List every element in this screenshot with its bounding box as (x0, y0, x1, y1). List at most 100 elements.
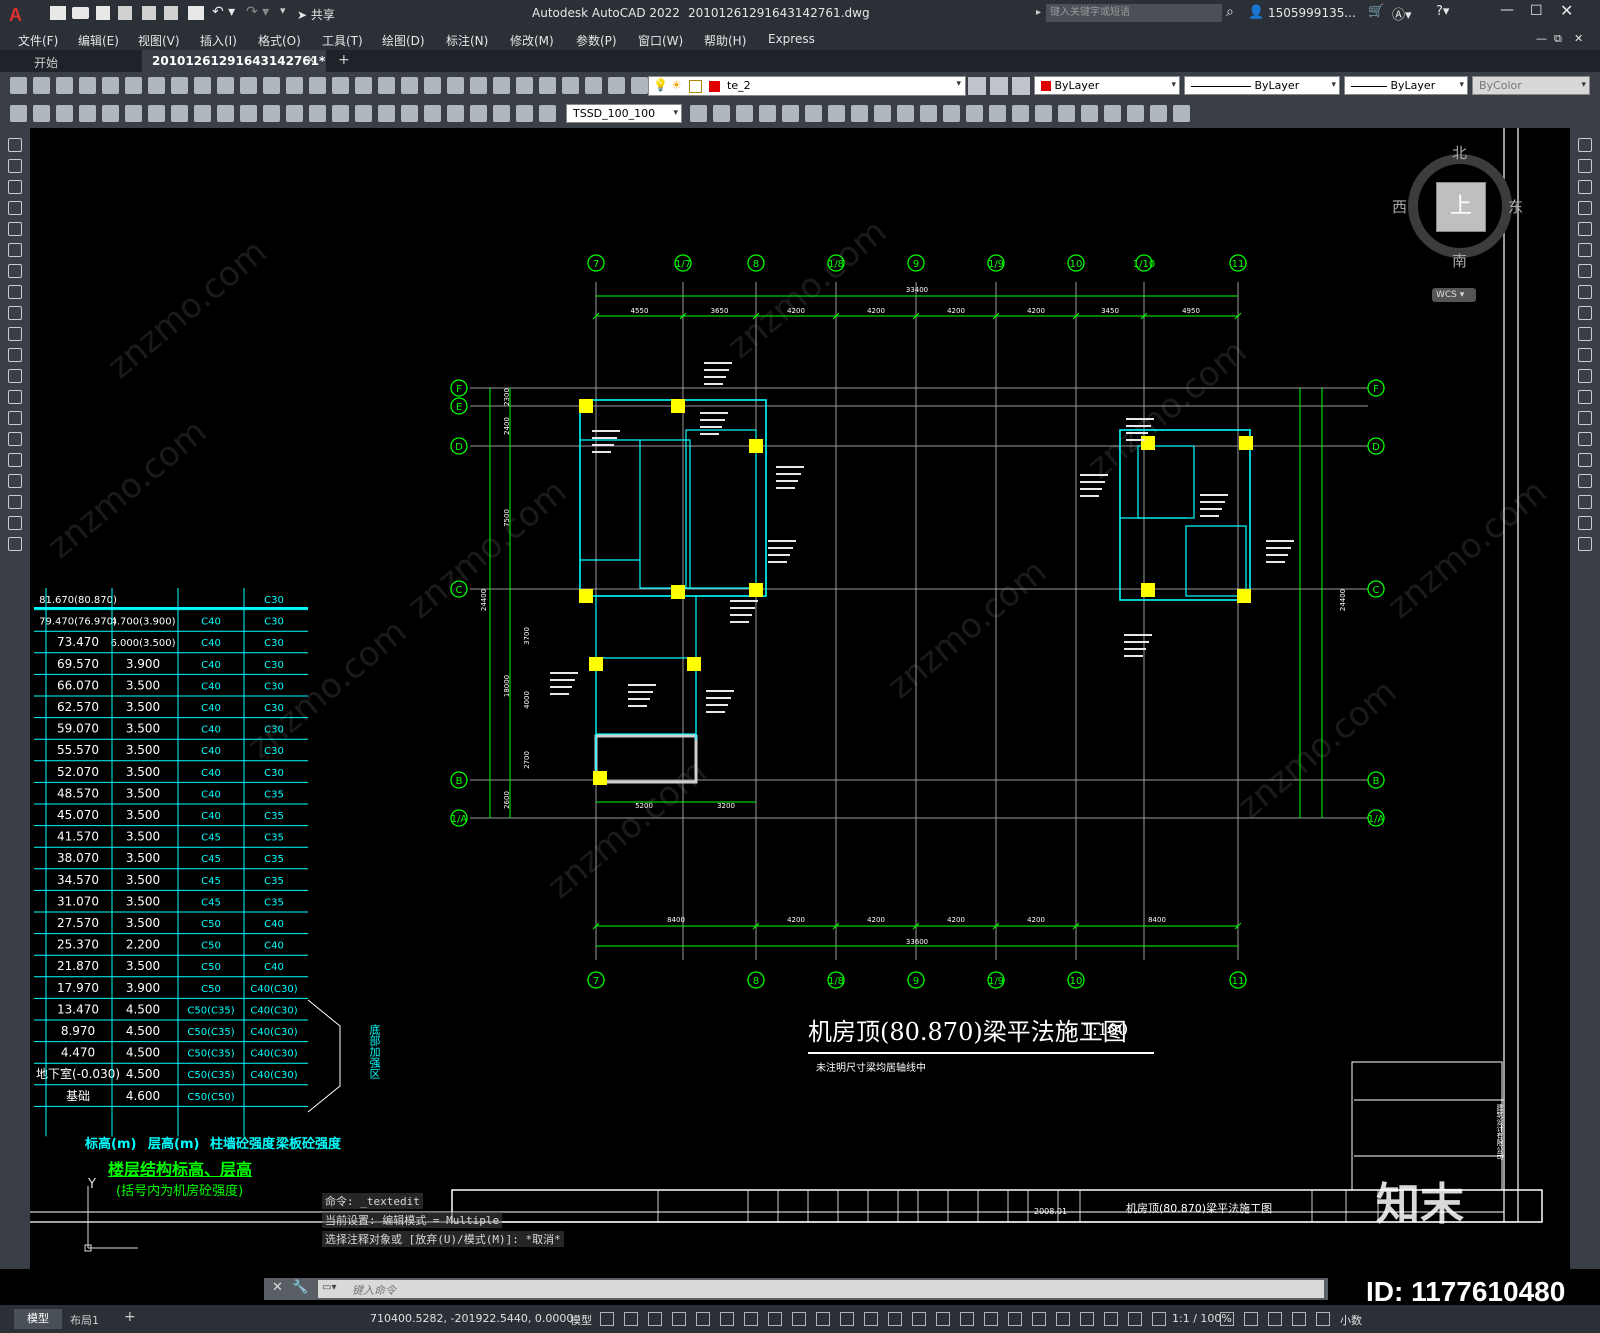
modify-tool-115-icon[interactable] (1578, 243, 1592, 257)
dimension-tool-22-icon[interactable] (493, 105, 510, 122)
menu-express[interactable]: Express (768, 32, 815, 46)
dimension-tool-43-icon[interactable] (1104, 105, 1121, 122)
draw-tool-388-icon[interactable] (8, 516, 22, 530)
search-expand-icon[interactable]: ▸ (1036, 7, 1041, 18)
modify-tool-31-icon[interactable] (1578, 159, 1592, 173)
tab-close-icon[interactable]: ✕ (306, 53, 316, 67)
dimension-tool-17-icon[interactable] (378, 105, 395, 122)
tab-model[interactable]: 模型 (14, 1309, 62, 1329)
dimension-tool-44-icon[interactable] (1127, 105, 1144, 122)
status-toggle-696-icon[interactable] (696, 1312, 710, 1326)
dimension-tool-45-icon[interactable] (1150, 105, 1167, 122)
space-toggle[interactable]: 模型 (570, 1312, 592, 1328)
standard-tool-20-icon[interactable] (447, 77, 464, 94)
dimension-tool-15-icon[interactable] (332, 105, 349, 122)
standard-tool-27-icon[interactable] (608, 77, 625, 94)
draw-tool-262-icon[interactable] (8, 390, 22, 404)
standard-tool-28-icon[interactable] (631, 77, 648, 94)
menu-insert[interactable]: 插入(I) (200, 32, 237, 49)
dimension-tool-42-icon[interactable] (1081, 105, 1098, 122)
annotation-scale[interactable]: 1:1 / 100% (1172, 1312, 1232, 1325)
dimension-tool-30-icon[interactable] (805, 105, 822, 122)
menu-draw[interactable]: 绘图(D) (382, 32, 425, 49)
compass-north[interactable]: 北 (1452, 142, 1467, 163)
dimension-tool-16-icon[interactable] (355, 105, 372, 122)
dimension-tool-5-icon[interactable] (102, 105, 119, 122)
status-toggle-672-icon[interactable] (672, 1312, 686, 1326)
wcs-menu[interactable]: WCS ▾ (1432, 288, 1476, 302)
dimension-tool-34-icon[interactable] (897, 105, 914, 122)
draw-tool-346-icon[interactable] (8, 474, 22, 488)
status-toggle-912-icon[interactable] (912, 1312, 926, 1326)
units-display[interactable]: 小数 (1340, 1312, 1362, 1328)
dimension-tool-37-icon[interactable] (966, 105, 983, 122)
dimension-tool-29-icon[interactable] (782, 105, 799, 122)
autocad-logo-icon[interactable]: A (6, 3, 28, 25)
standard-tool-23-icon[interactable] (516, 77, 533, 94)
draw-tool-283-icon[interactable] (8, 411, 22, 425)
quick-access-dropdown-icon[interactable]: ▾ (280, 4, 286, 17)
standard-tool-26-icon[interactable] (585, 77, 602, 94)
status-toggle-1056-icon[interactable] (1056, 1312, 1070, 1326)
tab-layout1[interactable]: 布局1 (70, 1312, 99, 1328)
modify-tool-241-icon[interactable] (1578, 369, 1592, 383)
compass-east[interactable]: 东 (1508, 196, 1523, 217)
draw-tool-136-icon[interactable] (8, 264, 22, 278)
search-icon[interactable]: ⌕ (1226, 4, 1234, 20)
status-toggle-960-icon[interactable] (960, 1312, 974, 1326)
modify-tool-220-icon[interactable] (1578, 348, 1592, 362)
dimension-tool-7-icon[interactable] (148, 105, 165, 122)
dimension-tool-6-icon[interactable] (125, 105, 142, 122)
command-close-icon[interactable]: ✕ (272, 1280, 283, 1295)
draw-tool-409-icon[interactable] (8, 537, 22, 551)
draw-tool-157-icon[interactable] (8, 285, 22, 299)
dimstyle-dropdown[interactable]: TSSD_100_100 ▾ (566, 104, 682, 123)
menu-help[interactable]: 帮助(H) (704, 32, 746, 49)
dimension-tool-38-icon[interactable] (989, 105, 1006, 122)
layer-properties-icon[interactable] (968, 77, 986, 95)
standard-tool-25-icon[interactable] (562, 77, 579, 94)
standard-tool-17-icon[interactable] (378, 77, 395, 94)
command-input[interactable]: ▭▾ 键入命令 (318, 1280, 1324, 1298)
status-toggle-936-icon[interactable] (936, 1312, 950, 1326)
layer-dropdown[interactable]: 💡 ☀ te_2 ▾ (648, 76, 966, 96)
add-layout-icon[interactable]: + (124, 1309, 136, 1325)
menu-format[interactable]: 格式(O) (258, 32, 301, 49)
dimension-tool-8-icon[interactable] (171, 105, 188, 122)
dimension-tool-2-icon[interactable] (33, 105, 50, 122)
menu-tools[interactable]: 工具(T) (322, 32, 363, 49)
dimension-tool-10-icon[interactable] (217, 105, 234, 122)
standard-tool-7-icon[interactable] (148, 77, 165, 94)
standard-tool-12-icon[interactable] (263, 77, 280, 94)
modify-tool-367-icon[interactable] (1578, 495, 1592, 509)
standard-tool-11-icon[interactable] (240, 77, 257, 94)
modify-tool-52-icon[interactable] (1578, 180, 1592, 194)
draw-tool-367-icon[interactable] (8, 495, 22, 509)
new-icon[interactable] (50, 6, 66, 20)
menu-parametric[interactable]: 参数(P) (576, 32, 617, 49)
standard-tool-9-icon[interactable] (194, 77, 211, 94)
viewcube[interactable]: 上 北 南 西 东 (1392, 144, 1523, 270)
make-current-icon[interactable] (990, 77, 1008, 95)
menu-view[interactable]: 视图(V) (138, 32, 180, 49)
standard-tool-22-icon[interactable] (493, 77, 510, 94)
modify-tool-409-icon[interactable] (1578, 537, 1592, 551)
dimension-tool-27-icon[interactable] (736, 105, 753, 122)
modify-tool-10-icon[interactable] (1578, 138, 1592, 152)
user-name[interactable]: 1505999135... (1268, 6, 1356, 20)
new-tab-icon[interactable]: + (338, 52, 350, 68)
dimension-tool-19-icon[interactable] (424, 105, 441, 122)
dimension-tool-36-icon[interactable] (943, 105, 960, 122)
standard-tool-13-icon[interactable] (286, 77, 303, 94)
tab-drawing[interactable]: 20101261291643142761* ✕ (142, 50, 326, 72)
standard-tool-18-icon[interactable] (401, 77, 418, 94)
standard-tool-6-icon[interactable] (125, 77, 142, 94)
standard-tool-16-icon[interactable] (355, 77, 372, 94)
modify-tool-94-icon[interactable] (1578, 222, 1592, 236)
status-toggle-1032-icon[interactable] (1032, 1312, 1046, 1326)
modify-tool-346-icon[interactable] (1578, 474, 1592, 488)
modify-tool-199-icon[interactable] (1578, 327, 1592, 341)
dimension-tool-4-icon[interactable] (79, 105, 96, 122)
compass-west[interactable]: 西 (1392, 196, 1407, 217)
saveas-icon[interactable] (118, 6, 132, 20)
